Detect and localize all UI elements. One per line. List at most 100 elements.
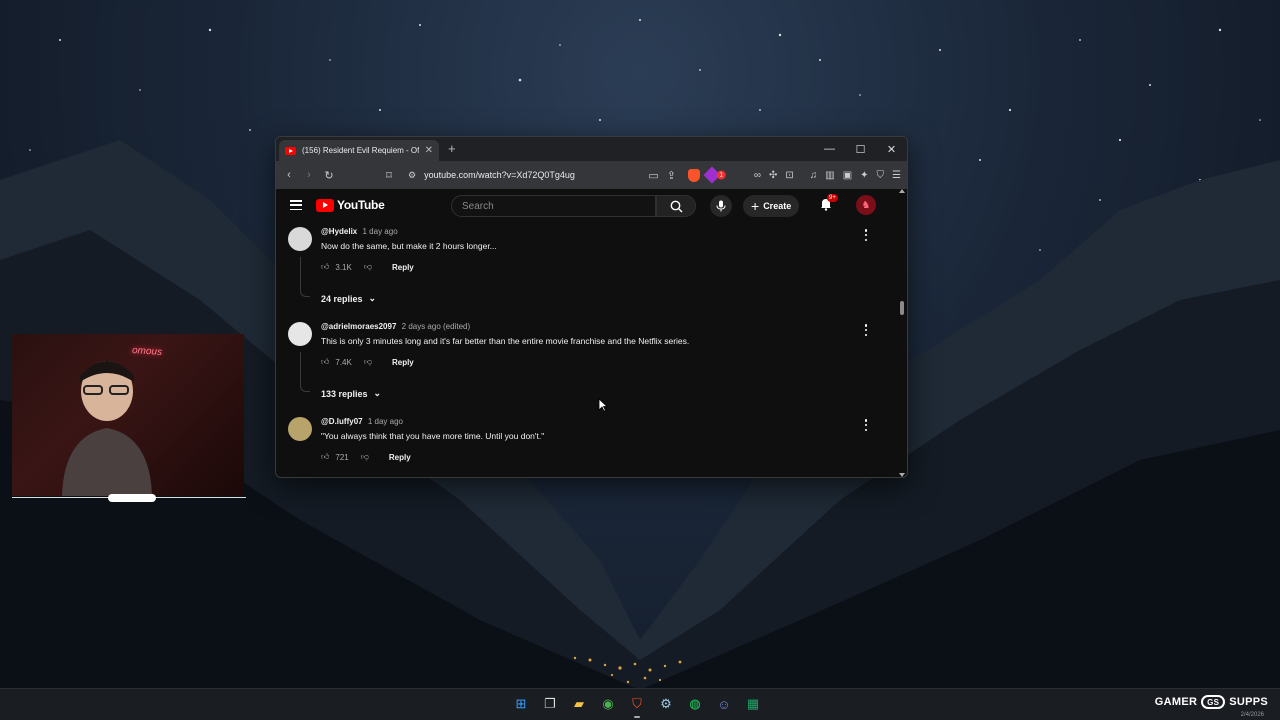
extensions-icon[interactable]: ✣ <box>769 170 777 181</box>
brand-left-text: GAMER <box>1154 696 1198 708</box>
comment-time[interactable]: 1 day ago <box>368 417 403 426</box>
brave-browser-icon[interactable]: ⛉ <box>626 693 648 718</box>
dislike-icon[interactable]: 👎︎ <box>364 357 372 367</box>
active-indicator <box>634 716 640 718</box>
create-button[interactable]: + Create <box>743 195 800 217</box>
view-replies-button[interactable]: 133 replies ⌄ <box>321 388 381 399</box>
excel-icon[interactable]: ▦ <box>742 693 764 715</box>
chrome-icon[interactable]: ◉ <box>597 693 619 715</box>
scroll-down-icon[interactable] <box>899 473 905 477</box>
leo-ai-icon[interactable]: ✦ <box>860 170 868 181</box>
chevron-down-icon: ⌄ <box>368 293 377 303</box>
discord-icon[interactable]: ☺ <box>713 693 735 715</box>
forward-icon[interactable]: › <box>302 169 316 181</box>
like-count: 3.1K <box>335 262 352 272</box>
comment-time[interactable]: 1 day ago <box>363 227 398 236</box>
like-icon[interactable]: 👍︎ <box>321 452 329 462</box>
reload-icon[interactable]: ↻ <box>322 169 336 182</box>
site-settings-icon[interactable]: ⚙ <box>408 170 416 181</box>
search-button[interactable] <box>656 195 696 217</box>
windows-start-icon[interactable]: ⊞ <box>510 693 532 715</box>
new-tab-icon[interactable]: + <box>448 141 456 156</box>
comment-avatar[interactable] <box>288 417 312 441</box>
tab-close-icon[interactable]: ✕ <box>425 145 433 156</box>
vpn-shield-icon[interactable]: ⛉ <box>877 170 885 181</box>
guide-menu-icon[interactable] <box>290 200 302 210</box>
brand-mark: GS <box>1201 695 1226 709</box>
tab-bar: (156) Resident Evil Requiem - Of ✕ + — ☐… <box>276 137 907 161</box>
comment-edited: (edited) <box>443 322 471 331</box>
more-actions-icon[interactable] <box>864 419 868 431</box>
media-icon[interactable]: ♫ <box>810 170 818 181</box>
youtube-logo[interactable]: YouTube <box>316 198 385 212</box>
vpn-icon[interactable]: ∞ <box>754 170 761 181</box>
taskbar: ⊞ ❐ ▰ ◉ ⛉ ⚙ ◍ ☺ ▦ GAMER GS SUPPS 2/4/202… <box>0 688 1280 720</box>
comment-author[interactable]: @Hydelix <box>321 227 357 236</box>
brave-rewards-icon[interactable]: 1 <box>703 166 726 184</box>
bookmark-icon[interactable]: ⌑ <box>382 169 396 182</box>
replies-count: 133 replies <box>321 388 368 399</box>
rewards-badge: 1 <box>716 170 726 180</box>
scroll-up-icon[interactable] <box>899 189 905 193</box>
system-date: 2/4/2026 <box>1240 712 1264 718</box>
address-bar[interactable]: ⚙ youtube.com/watch?v=Xd72Q0Tg4ug ▭ ⇪ <box>402 165 682 185</box>
steam-icon[interactable]: ⚙ <box>655 693 677 715</box>
youtube-play-icon <box>316 198 334 212</box>
comment-actions: 👍︎ 721 👎︎ Reply <box>321 452 411 462</box>
comment-author[interactable]: @D.luffy07 <box>321 417 363 426</box>
comment-time[interactable]: 2 days ago <box>402 322 441 331</box>
webcam-frame-bar <box>12 494 246 502</box>
reply-button[interactable]: Reply <box>392 263 414 272</box>
thread-line <box>300 257 310 297</box>
spotify-icon[interactable]: ◍ <box>684 693 706 715</box>
dislike-icon[interactable]: 👎︎ <box>364 262 372 272</box>
notifications-button[interactable]: 9+ <box>819 194 838 216</box>
more-actions-icon[interactable] <box>864 229 868 241</box>
page-scrollbar[interactable] <box>899 189 905 477</box>
mouse-cursor-icon <box>598 398 608 412</box>
create-label: Create <box>763 201 792 211</box>
voice-search-button[interactable] <box>710 195 732 217</box>
microphone-icon <box>716 200 726 212</box>
browser-tab-youtube[interactable]: (156) Resident Evil Requiem - Of ✕ <box>279 140 439 161</box>
youtube-header: YouTube Search + Create 9+ ♞ <box>276 189 907 221</box>
task-view-icon[interactable]: ❐ <box>539 693 561 715</box>
url-text: youtube.com/watch?v=Xd72Q0Tg4ug <box>424 170 575 180</box>
comment-avatar[interactable] <box>288 227 312 251</box>
cast-icon[interactable]: ▭ <box>648 169 658 182</box>
view-replies-button[interactable]: 24 replies ⌄ <box>321 293 376 304</box>
comment-actions: 👍︎ 7.4K 👎︎ Reply <box>321 357 414 367</box>
reply-button[interactable]: Reply <box>392 358 414 367</box>
search-input[interactable]: Search <box>451 195 656 217</box>
replies-count: 24 replies <box>321 293 363 304</box>
menu-icon[interactable]: ☰ <box>892 170 901 181</box>
comment-actions: 👍︎ 3.1K 👎︎ Reply <box>321 262 414 272</box>
reply-button[interactable]: Reply <box>389 453 411 462</box>
comment-text: "You always think that you have more tim… <box>321 431 545 441</box>
minimize-button[interactable]: — <box>814 137 845 161</box>
brave-shield-icon[interactable] <box>688 168 700 182</box>
scrollbar-thumb[interactable] <box>900 301 904 315</box>
like-icon[interactable]: 👍︎ <box>321 262 329 272</box>
more-actions-icon[interactable] <box>864 324 868 336</box>
brand-right-text: SUPPS <box>1229 696 1268 708</box>
comment-avatar[interactable] <box>288 322 312 346</box>
comments-section: @Hydelix 1 day ago Now do the same, but … <box>276 221 907 465</box>
like-icon[interactable]: 👍︎ <box>321 357 329 367</box>
like-count: 721 <box>335 452 349 462</box>
tab-title: (156) Resident Evil Requiem - Of <box>302 146 419 155</box>
screenshot-icon[interactable]: ⊡ <box>785 170 793 181</box>
share-icon[interactable]: ⇪ <box>667 169 676 182</box>
notification-badge: 9+ <box>827 194 838 202</box>
dislike-icon[interactable]: 👎︎ <box>361 452 369 462</box>
file-explorer-icon[interactable]: ▰ <box>568 693 590 715</box>
back-icon[interactable]: ‹ <box>282 169 296 181</box>
wallet-icon[interactable]: ▣ <box>843 170 852 181</box>
comment-author[interactable]: @adrielmoraes2097 <box>321 322 396 331</box>
close-window-button[interactable]: ✕ <box>876 137 907 161</box>
browser-window: (156) Resident Evil Requiem - Of ✕ + — ☐… <box>275 136 908 478</box>
sidebar-icon[interactable]: ▥ <box>825 170 834 181</box>
maximize-button[interactable]: ☐ <box>845 137 876 161</box>
user-avatar[interactable]: ♞ <box>856 195 876 215</box>
frame-knob <box>108 494 156 502</box>
